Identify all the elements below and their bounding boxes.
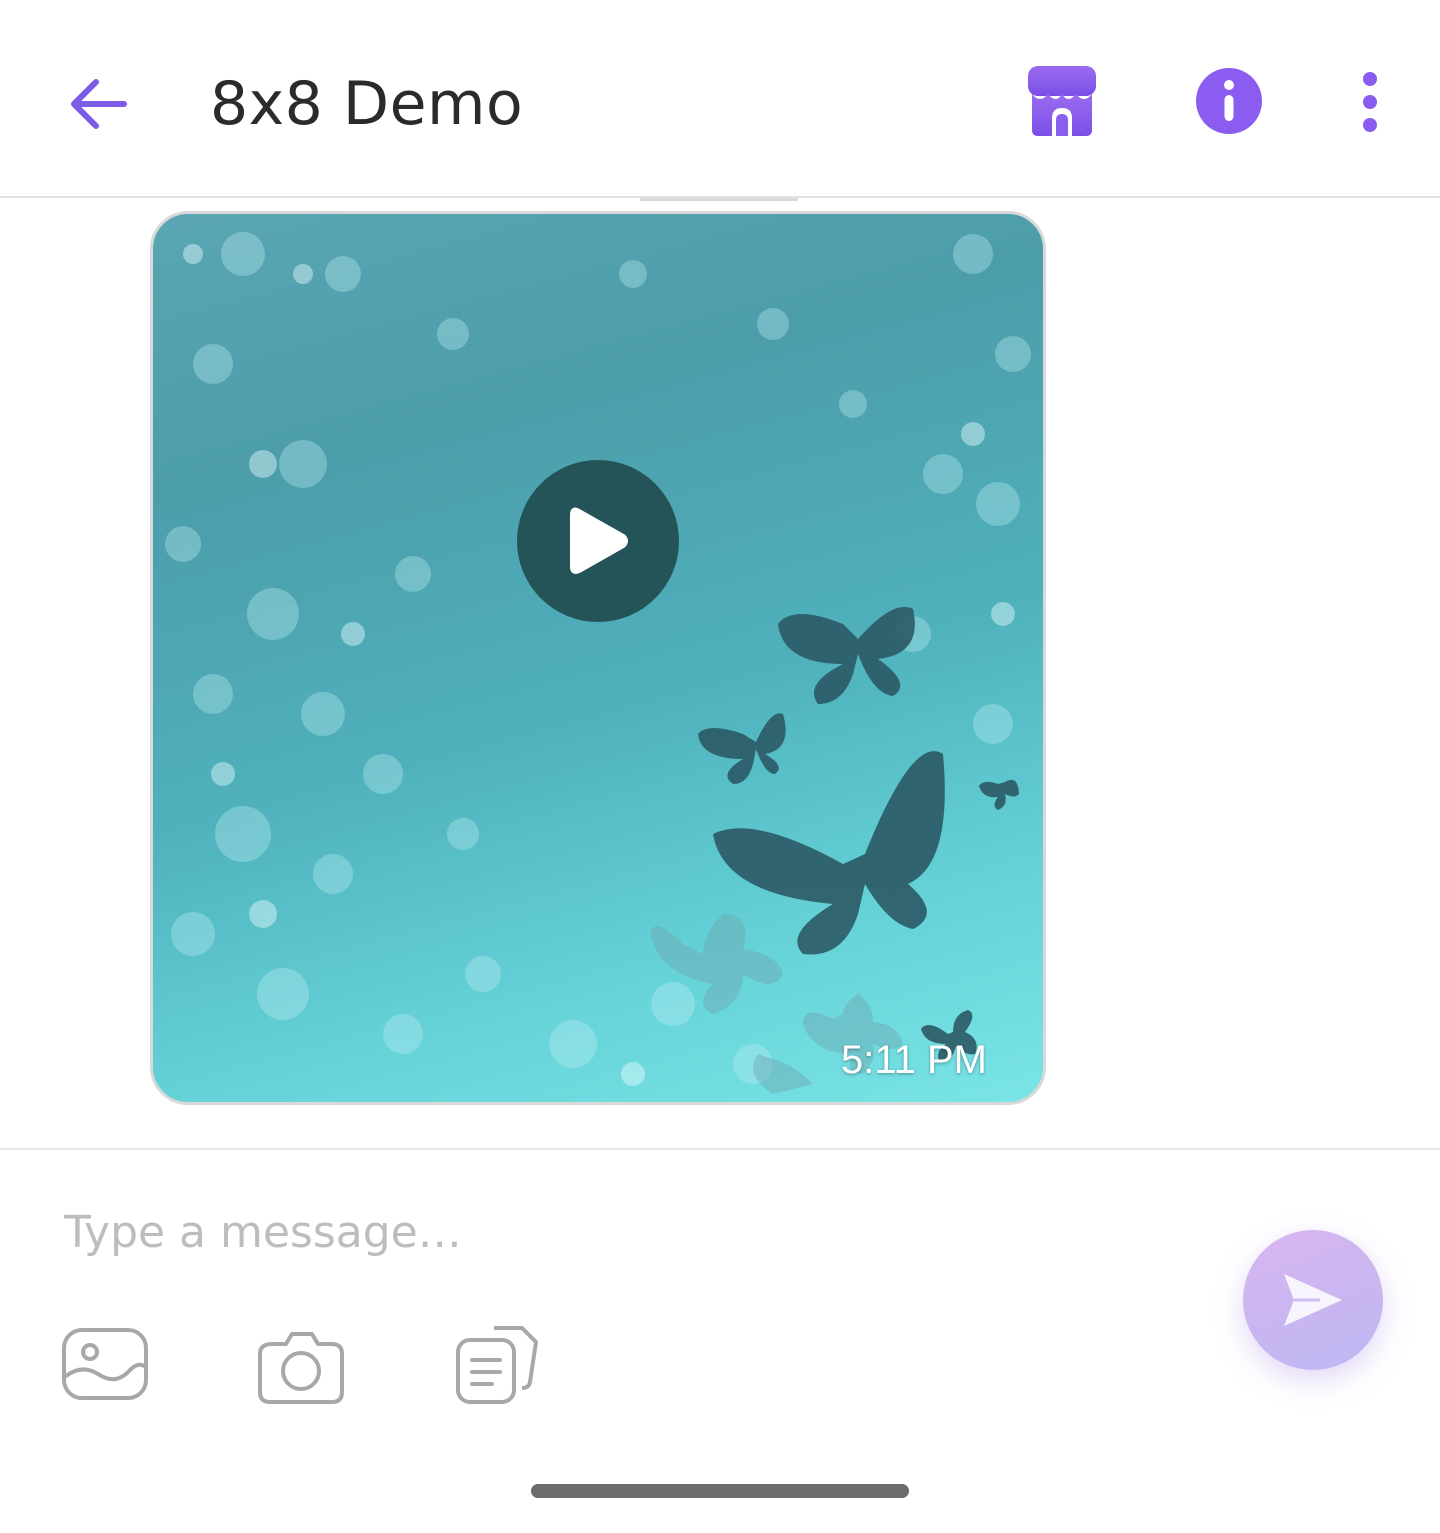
gallery-button[interactable] [60, 1326, 150, 1406]
message-input[interactable] [64, 1202, 1184, 1262]
video-message[interactable]: 5:11 PM [150, 211, 1046, 1105]
home-indicator [531, 1484, 909, 1498]
back-button[interactable] [56, 62, 140, 146]
camera-button[interactable] [256, 1326, 346, 1406]
chat-header: 8x8 Demo [0, 0, 1440, 198]
chat-title: 8x8 Demo [210, 69, 524, 139]
gallery-icon [62, 1328, 148, 1400]
scroll-indicator [640, 198, 798, 201]
info-icon [1196, 68, 1262, 134]
more-options-button[interactable] [1346, 70, 1394, 134]
play-button[interactable] [517, 460, 679, 622]
message-timestamp: 5:11 PM [841, 1038, 987, 1082]
message-list[interactable]: 5:11 PM [0, 198, 1440, 1148]
store-button[interactable] [1024, 64, 1100, 140]
play-icon [570, 507, 628, 574]
more-vertical-icon [1363, 72, 1377, 132]
document-icon [456, 1326, 538, 1404]
camera-icon [258, 1332, 344, 1404]
arrow-left-icon [71, 79, 127, 129]
message-composer [0, 1148, 1440, 1533]
send-button[interactable] [1243, 1230, 1383, 1370]
chat-screen: 8x8 Demo 5:11 PM Type a message… [0, 0, 1440, 1533]
send-icon [1284, 1274, 1342, 1326]
document-button[interactable] [452, 1322, 542, 1404]
video-thumbnail [165, 232, 1031, 1094]
info-button[interactable] [1194, 66, 1264, 136]
storefront-icon [1028, 66, 1096, 136]
